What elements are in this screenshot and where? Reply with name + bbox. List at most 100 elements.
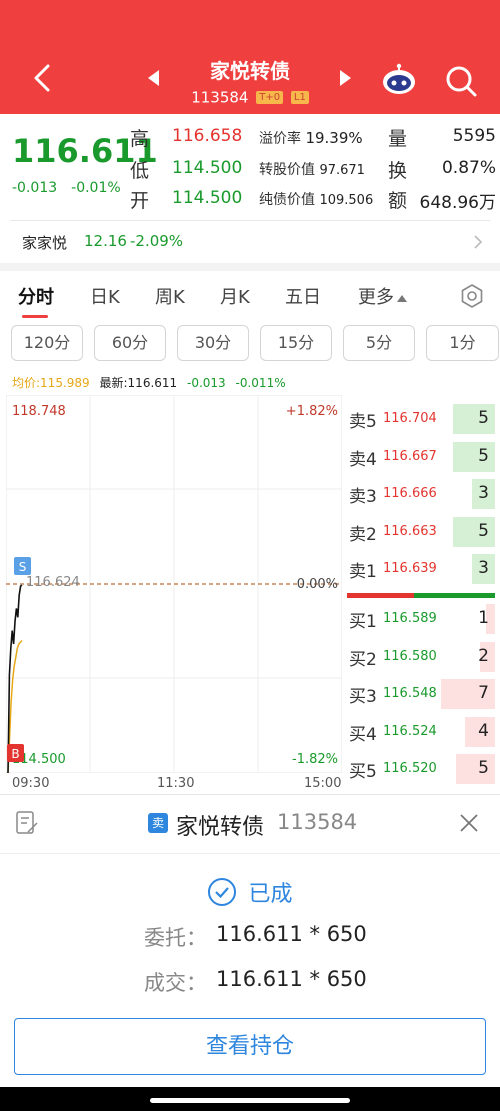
bond-value-label: 纯债价值 (259, 192, 315, 208)
level-price: 116.704 (383, 411, 437, 426)
level-price: 116.639 (383, 561, 437, 576)
period-buttons: 120分 60分 30分 15分 5分 1分 (0, 325, 500, 363)
status-text: 已成 (248, 882, 293, 907)
conv-value: 97.671 (319, 163, 365, 178)
level-label: 卖4 (349, 449, 377, 470)
level-label: 买2 (349, 649, 377, 670)
caret-up-icon (397, 294, 407, 302)
level-price: 116.666 (383, 486, 437, 501)
tab-monthly[interactable]: 月K (220, 283, 250, 309)
level-price: 116.520 (383, 761, 437, 776)
home-indicator[interactable] (150, 1098, 350, 1103)
time-label-noon: 11:30 (157, 776, 195, 791)
settings-icon[interactable] (459, 283, 485, 309)
level-label: 买4 (349, 724, 377, 745)
premium-row: 溢价率 19.39% (259, 128, 363, 148)
section-gap (0, 263, 500, 271)
open-value: 114.500 (172, 188, 243, 208)
low-label: 低 (130, 160, 150, 182)
sell-ratio-segment (414, 593, 495, 598)
order-book: 卖5 116.704 5 卖4 116.667 5 卖3 116.666 3 卖2 116.663 5… (345, 399, 500, 784)
order-bond-code: 113584 (277, 810, 358, 834)
bid-row[interactable]: 买3 116.548 7 (345, 676, 495, 709)
prev-arrow-icon[interactable] (148, 70, 159, 86)
level-volume: 7 (478, 683, 489, 703)
pct-top-label: +1.82% (286, 404, 338, 419)
level-price: 116.589 (383, 611, 437, 626)
change-value: -0.013 (12, 180, 58, 196)
depth-bar (456, 754, 495, 784)
commission-label: 委托： (144, 926, 207, 950)
bid-row[interactable]: 买1 116.589 1 (345, 601, 495, 634)
bid-row[interactable]: 买2 116.580 2 (345, 639, 495, 672)
ask-row[interactable]: 卖1 116.639 3 (345, 551, 495, 584)
amount-value: 648.96万 (419, 193, 496, 213)
level-label: 卖5 (349, 412, 377, 432)
search-icon[interactable] (444, 64, 478, 98)
level-price: 116.548 (383, 686, 437, 701)
turnover-value: 0.87% (441, 158, 496, 178)
order-panel-header: 卖 家悦转债 113584 (0, 800, 500, 848)
ask-row[interactable]: 卖2 116.663 5 (345, 514, 495, 547)
y-mid-label: 116.624 (26, 575, 80, 590)
back-icon[interactable] (24, 58, 64, 98)
tab-weekly[interactable]: 周K (155, 283, 185, 309)
intraday-chart[interactable]: 118.748 +1.82% 0.00% 116.624 114.500 -1.… (6, 395, 342, 773)
level-label: 买3 (349, 687, 377, 707)
check-circle-icon (208, 878, 237, 906)
buy-sell-ratio-bar (347, 593, 495, 598)
divider (10, 220, 490, 221)
volume-value: 5595 (452, 126, 496, 146)
ask-row[interactable]: 卖3 116.666 3 (345, 476, 495, 509)
level-volume: 2 (478, 645, 489, 666)
high-label: 高 (130, 128, 150, 150)
conv-value-row: 转股价值 97.671 (259, 159, 365, 179)
period-5[interactable]: 5分 (343, 325, 415, 361)
info-change: -0.013 (187, 376, 226, 390)
bid-row[interactable]: 买4 116.524 4 (345, 714, 495, 747)
level-label: 买1 (349, 612, 377, 632)
commission-value: 116.611 * 650 (216, 922, 367, 946)
low-value: 114.500 (172, 158, 243, 178)
l1-tag: L1 (290, 91, 309, 104)
level-volume: 5 (478, 408, 489, 428)
view-position-button[interactable]: 查看持仓 (14, 1018, 486, 1075)
tab-daily[interactable]: 日K (90, 283, 120, 309)
level-volume: 4 (478, 720, 489, 741)
level-label: 卖2 (349, 524, 377, 545)
divider (0, 794, 500, 795)
level-volume: 5 (478, 520, 489, 541)
period-30[interactable]: 30分 (177, 325, 249, 361)
high-value: 116.658 (172, 126, 243, 146)
buy-marker[interactable]: B (7, 744, 24, 762)
level-volume: 3 (478, 483, 489, 503)
underlying-name: 家家悦 (22, 234, 68, 252)
bond-subtitle: 113584 T+0 L1 (170, 88, 330, 107)
ask-row[interactable]: 卖5 116.704 5 (345, 401, 495, 434)
tab-five-day[interactable]: 五日 (285, 283, 321, 309)
sell-badge: 卖 (148, 813, 168, 833)
tab-intraday[interactable]: 分时 (18, 283, 54, 309)
y-top-label: 118.748 (12, 404, 66, 419)
sell-marker[interactable]: S (14, 557, 31, 575)
period-120[interactable]: 120分 (11, 325, 83, 361)
close-icon[interactable] (458, 812, 480, 834)
period-60[interactable]: 60分 (94, 325, 166, 361)
system-nav-bar (0, 1087, 500, 1111)
underlying-stock-row[interactable]: 家家悦 12.16 -2.09% (0, 224, 500, 260)
next-arrow-icon[interactable] (340, 70, 351, 86)
underlying-price: 12.16 (84, 232, 127, 250)
level-price: 116.667 (383, 448, 437, 464)
tab-more[interactable]: 更多 (358, 283, 407, 309)
period-15[interactable]: 15分 (260, 325, 332, 361)
robot-assistant-icon[interactable] (381, 62, 417, 96)
chevron-right-icon (474, 235, 483, 249)
period-1[interactable]: 1分 (426, 325, 499, 361)
bid-row[interactable]: 买5 116.520 5 (345, 751, 495, 784)
level-volume: 1 (478, 608, 489, 628)
premium-value: 19.39% (305, 129, 363, 147)
level-volume: 3 (478, 558, 489, 578)
level-price: 116.580 (383, 648, 437, 664)
document-edit-icon[interactable] (14, 810, 40, 836)
ask-row[interactable]: 卖4 116.667 5 (345, 439, 495, 472)
